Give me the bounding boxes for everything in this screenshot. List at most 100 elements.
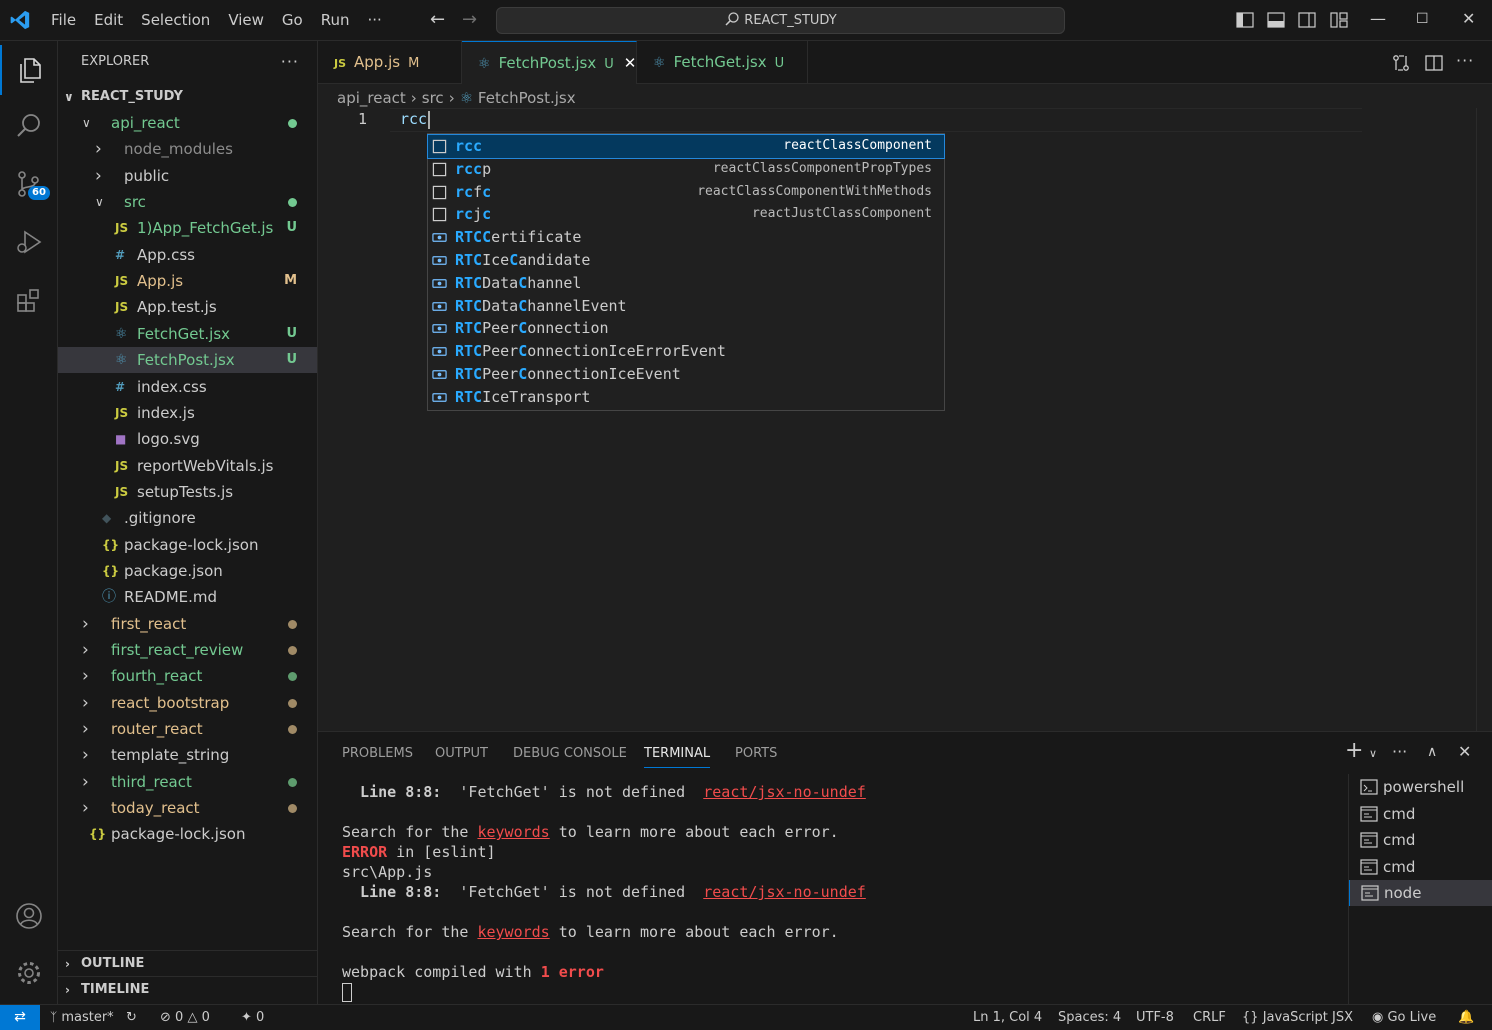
menu-view[interactable]: View xyxy=(219,0,273,41)
tab-fetchget-jsx[interactable]: ⚛ FetchGet.jsx U xyxy=(637,41,808,84)
workspace-root[interactable]: ∨ REACT_STUDY xyxy=(58,84,317,110)
tree-file[interactable]: JS reportWebVitals.js xyxy=(58,453,317,479)
code-line[interactable]: rcc xyxy=(400,110,431,129)
suggestion-item[interactable]: RTCPeerConnectionIceEvent xyxy=(428,363,944,386)
tree-folder[interactable]: › react_bootstrap xyxy=(58,690,317,716)
breadcrumb-file[interactable]: FetchPost.jsx xyxy=(478,89,576,107)
tree-folder[interactable]: › node_modules xyxy=(58,136,317,162)
toggle-panel-icon[interactable] xyxy=(1266,10,1286,30)
menu-run[interactable]: Run xyxy=(312,0,359,41)
tree-folder[interactable]: › today_react xyxy=(58,795,317,821)
tree-folder[interactable]: › first_react xyxy=(58,611,317,637)
rule-link[interactable]: react/jsx-no-undef xyxy=(703,783,866,801)
tree-folder[interactable]: ∨ src xyxy=(58,189,317,215)
tree-file[interactable]: JS index.js xyxy=(58,400,317,426)
search-activity[interactable] xyxy=(0,101,58,151)
terminal-instance[interactable]: cmd xyxy=(1349,801,1492,827)
suggestion-item[interactable]: rccp reactClassComponentPropTypes xyxy=(428,158,944,181)
tree-folder[interactable]: › third_react xyxy=(58,769,317,795)
tree-file[interactable]: ■ logo.svg xyxy=(58,426,317,452)
keywords-link[interactable]: keywords xyxy=(477,823,549,841)
suggestion-item[interactable]: RTCIceTransport xyxy=(428,386,944,409)
suggestion-item[interactable]: rcfc reactClassComponentWithMethods xyxy=(428,181,944,204)
tab-app-js[interactable]: JS App.js M xyxy=(318,41,462,84)
tree-file[interactable]: {} package-lock.json xyxy=(58,532,317,558)
tab-fetchpost-jsx[interactable]: ⚛ FetchPost.jsx U ✕ xyxy=(462,41,637,84)
split-editor-icon[interactable] xyxy=(1424,53,1444,73)
problems-indicator[interactable]: ⊘ 0 △ 0 xyxy=(160,1005,210,1030)
menu-edit[interactable]: Edit xyxy=(85,0,132,41)
keywords-link[interactable]: keywords xyxy=(477,923,549,941)
breadcrumb-folder[interactable]: api_react xyxy=(337,89,406,107)
chevron-down-icon[interactable]: ∨ xyxy=(1369,747,1377,760)
end-of-line[interactable]: CRLF xyxy=(1193,1005,1226,1030)
tab-terminal[interactable]: TERMINAL xyxy=(644,746,711,768)
rule-link[interactable]: react/jsx-no-undef xyxy=(703,883,866,901)
maximize-icon[interactable]: ☐ xyxy=(1416,11,1429,27)
tree-folder[interactable]: › fourth_react xyxy=(58,663,317,689)
encoding[interactable]: UTF-8 xyxy=(1136,1005,1174,1030)
tree-file[interactable]: JS App.test.js xyxy=(58,294,317,320)
suggestion-item[interactable]: RTCCertificate xyxy=(428,226,944,249)
more-actions-icon[interactable]: ··· xyxy=(1392,742,1407,761)
close-window-icon[interactable]: ✕ xyxy=(1462,9,1475,28)
menu-go[interactable]: Go xyxy=(273,0,312,41)
sync-icon[interactable]: ↻ xyxy=(126,1005,137,1030)
tree-folder[interactable]: ∨ api_react xyxy=(58,110,317,136)
menu-more[interactable]: ··· xyxy=(359,0,391,41)
tab-output[interactable]: OUTPUT xyxy=(435,746,488,761)
toggle-primary-sidebar-icon[interactable] xyxy=(1235,10,1255,30)
tree-folder[interactable]: › router_react xyxy=(58,716,317,742)
go-live-button[interactable]: ◉ Go Live xyxy=(1372,1005,1436,1030)
tree-folder[interactable]: › first_react_review xyxy=(58,637,317,663)
toggle-secondary-sidebar-icon[interactable] xyxy=(1297,10,1317,30)
manage-activity[interactable] xyxy=(0,948,58,998)
terminal-instance[interactable]: cmd xyxy=(1349,827,1492,853)
tree-file[interactable]: ⓘ README.md xyxy=(58,584,317,610)
extensions-activity[interactable] xyxy=(0,275,58,325)
suggestion-item[interactable]: rcjc reactJustClassComponent xyxy=(428,203,944,226)
customize-layout-icon[interactable] xyxy=(1329,10,1349,30)
back-arrow-icon[interactable]: ← xyxy=(430,9,445,30)
suggestion-item[interactable]: RTCPeerConnection xyxy=(428,317,944,340)
run-debug-activity[interactable] xyxy=(0,217,58,267)
tree-file[interactable]: JS 1)App_FetchGet.js U xyxy=(58,215,317,241)
close-panel-icon[interactable]: ✕ xyxy=(1458,742,1471,761)
forward-arrow-icon[interactable]: → xyxy=(462,9,477,30)
accounts-activity[interactable] xyxy=(0,891,58,941)
maximize-panel-icon[interactable]: ∧ xyxy=(1427,744,1437,760)
suggestion-item[interactable]: RTCIceCandidate xyxy=(428,249,944,272)
ports-indicator[interactable]: ✦ 0 xyxy=(241,1005,264,1030)
source-control-activity[interactable]: 60 xyxy=(0,159,58,209)
tree-file[interactable]: ⚛ FetchGet.jsx U xyxy=(58,321,317,347)
tab-ports[interactable]: PORTS xyxy=(735,746,777,761)
bell-icon[interactable]: 🔔 xyxy=(1458,1005,1474,1030)
explorer-more-button[interactable]: ··· xyxy=(281,41,299,83)
tree-file[interactable]: JS setupTests.js xyxy=(58,479,317,505)
tree-file[interactable]: {} package-lock.json xyxy=(58,821,317,847)
breadcrumb-folder[interactable]: src xyxy=(422,89,444,107)
terminal-output[interactable]: Line 8:8: 'FetchGet' is not defined reac… xyxy=(342,782,1342,982)
explorer-activity[interactable] xyxy=(0,45,58,95)
tree-folder[interactable]: › public xyxy=(58,163,317,189)
terminal-instance[interactable]: cmd xyxy=(1349,854,1492,880)
suggestion-item[interactable]: RTCPeerConnectionIceErrorEvent xyxy=(428,340,944,363)
language-mode[interactable]: {} JavaScript JSX xyxy=(1242,1005,1353,1030)
suggestion-item[interactable]: RTCDataChannel xyxy=(428,272,944,295)
tab-problems[interactable]: PROBLEMS xyxy=(342,746,413,761)
cursor-position[interactable]: Ln 1, Col 4 xyxy=(973,1005,1042,1030)
tree-file[interactable]: ◆ .gitignore xyxy=(58,505,317,531)
menu-selection[interactable]: Selection xyxy=(132,0,219,41)
tree-file[interactable]: # index.css xyxy=(58,374,317,400)
terminal-instance[interactable]: powershell xyxy=(1349,774,1492,800)
close-tab-icon[interactable]: ✕ xyxy=(624,54,637,72)
minimize-icon[interactable]: — xyxy=(1370,9,1386,28)
branch-indicator[interactable]: ᛉ master* xyxy=(50,1005,114,1030)
editor-scrollbar[interactable] xyxy=(1476,108,1477,731)
tree-folder[interactable]: › template_string xyxy=(58,742,317,768)
compare-changes-icon[interactable] xyxy=(1391,53,1411,73)
outline-section[interactable]: › OUTLINE xyxy=(58,950,317,976)
remote-indicator[interactable]: ⇄ xyxy=(0,1005,40,1030)
indentation[interactable]: Spaces: 4 xyxy=(1058,1005,1121,1030)
tab-debug-console[interactable]: DEBUG CONSOLE xyxy=(513,746,627,761)
